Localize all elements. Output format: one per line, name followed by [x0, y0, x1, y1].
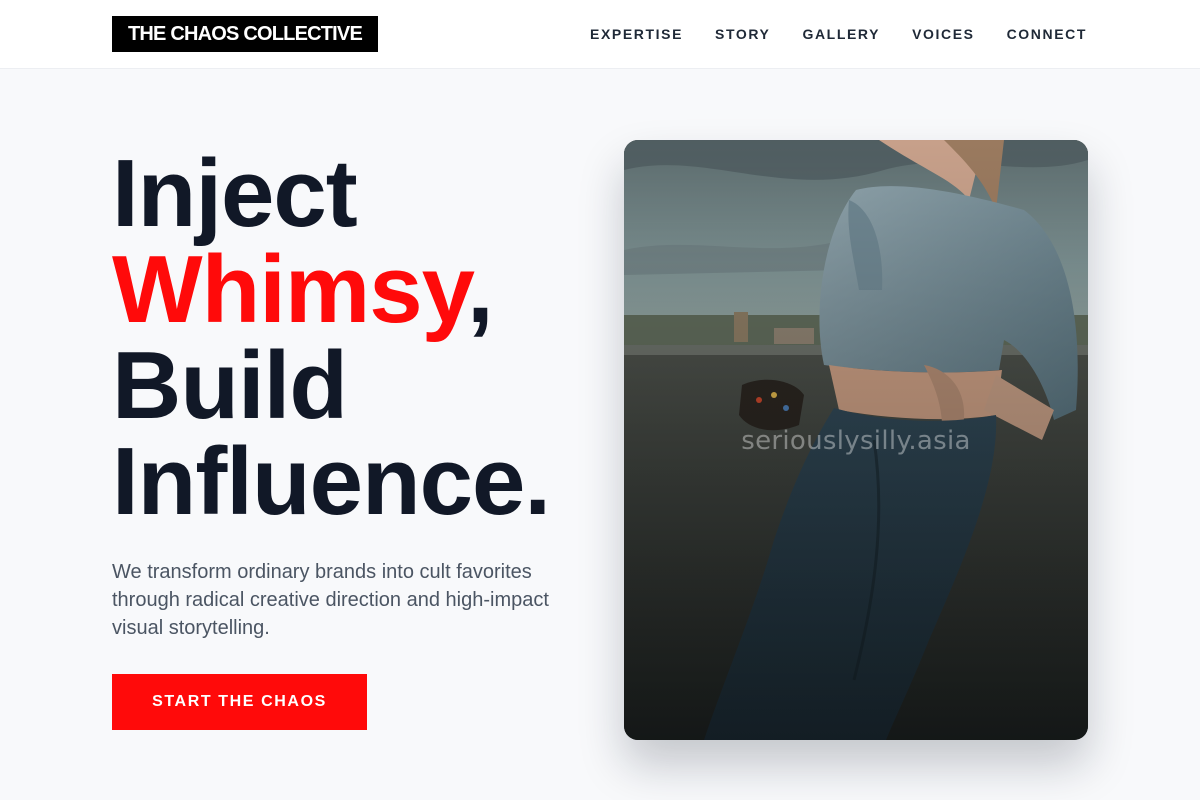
- headline-line-4: Influence.: [112, 428, 551, 535]
- hero-headline: Inject Whimsy, Build Influence.: [112, 140, 551, 535]
- headline-comma: ,: [466, 236, 494, 343]
- brand-logo[interactable]: THE CHAOS COLLECTIVE: [112, 16, 379, 52]
- nav-link-gallery[interactable]: GALLERY: [802, 25, 880, 43]
- nav-link-expertise[interactable]: EXPERTISE: [590, 25, 683, 43]
- headline-line-2: Whimsy,: [112, 242, 550, 338]
- nav-link-story[interactable]: STORY: [715, 25, 770, 43]
- hero-description: We transform ordinary brands into cult f…: [112, 561, 549, 639]
- headline-accent-word: Whimsy: [112, 236, 468, 343]
- headline-line-1: Inject: [112, 140, 358, 247]
- hero-image: seriouslysilly.asia: [624, 140, 1088, 740]
- main-nav: EXPERTISE STORY GALLERY VOICES CONNECT: [590, 25, 1087, 43]
- image-watermark: seriouslysilly.asia: [741, 426, 971, 456]
- nav-link-voices[interactable]: VOICES: [912, 25, 975, 43]
- start-the-chaos-button[interactable]: START THE CHAOS: [112, 674, 367, 730]
- site-header: THE CHAOS COLLECTIVE EXPERTISE STORY GAL…: [0, 0, 1200, 69]
- nav-link-connect[interactable]: CONNECT: [1007, 25, 1087, 43]
- headline-line-3: Build: [112, 332, 348, 439]
